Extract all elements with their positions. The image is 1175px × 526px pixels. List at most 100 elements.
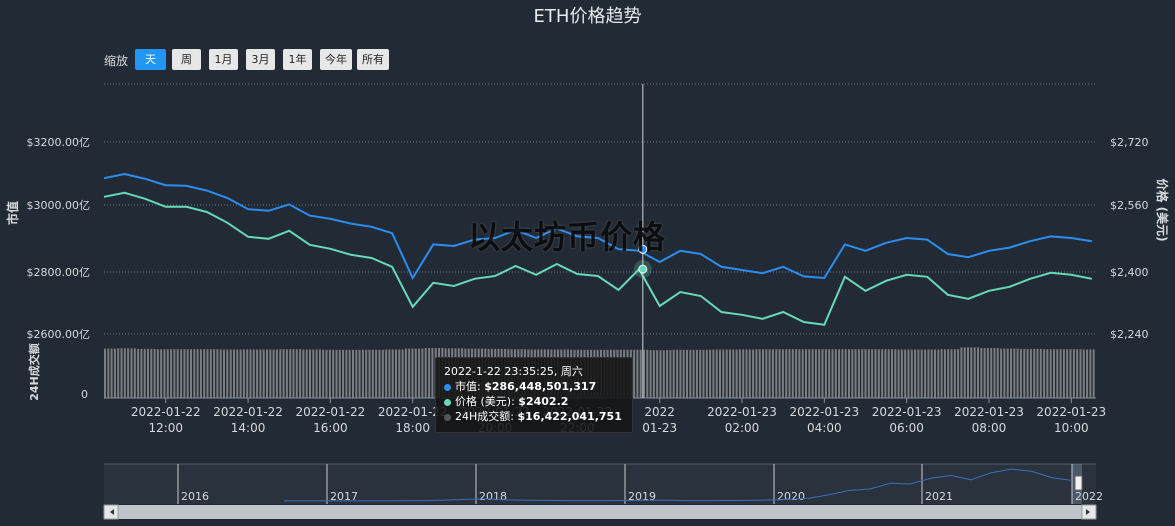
scrollbar-track[interactable]: [104, 505, 1096, 519]
volume-bar: [1010, 348, 1012, 398]
volume-bar: [1089, 349, 1092, 398]
volume-bar: [335, 349, 338, 398]
volume-bar: [824, 349, 827, 398]
volume-bar: [947, 349, 950, 398]
volume-bar: [811, 349, 814, 398]
volume-bar: [275, 349, 278, 398]
volume-bar: [745, 349, 748, 398]
volume-bar: [328, 349, 331, 398]
volume-bar: [662, 350, 665, 398]
volume-bar: [368, 349, 371, 398]
volume-bar: [762, 349, 764, 398]
volume-bar: [791, 349, 794, 398]
volume-bar: [322, 349, 325, 398]
y-right-tick-label: $2,240: [1110, 328, 1149, 341]
volume-bar: [1033, 348, 1036, 398]
volume-bar: [365, 349, 368, 398]
volume-bar: [1043, 349, 1046, 398]
y-axis-left-title: 市值: [5, 201, 20, 225]
volume-bar: [266, 349, 268, 398]
navigator-handle[interactable]: [1074, 475, 1083, 491]
volume-bar: [123, 348, 126, 398]
volume-bar: [943, 349, 946, 398]
volume-bar: [669, 350, 672, 398]
volume-bar: [914, 349, 917, 398]
volume-bar: [686, 349, 688, 398]
volume-bar: [742, 349, 745, 398]
volume-bar: [130, 348, 133, 398]
volume-bar: [768, 349, 771, 398]
volume-bar: [153, 348, 156, 398]
volume-bar: [990, 348, 993, 398]
volume-bar: [699, 349, 702, 398]
volume-bar: [233, 349, 235, 398]
x-tick-label-time: 12:00: [148, 421, 183, 435]
volume-bar: [652, 350, 655, 398]
volume-bar: [738, 349, 741, 398]
volume-bar: [1039, 348, 1042, 398]
tooltip-row-market-cap: 市值: $286,448,501,317: [444, 379, 624, 394]
volume-bar: [715, 349, 718, 398]
volume-bar: [953, 349, 956, 398]
volume-bar: [395, 349, 397, 398]
volume-bar: [666, 350, 669, 398]
volume-bar: [887, 349, 890, 398]
volume-bar: [795, 349, 798, 398]
navigator-year-label: 2016: [181, 490, 209, 503]
volume-bar: [305, 349, 308, 398]
volume-bar: [1019, 348, 1022, 398]
volume-bar: [428, 348, 431, 398]
volume-bar: [725, 349, 728, 398]
volume-bar: [252, 349, 255, 398]
volume-bar: [778, 349, 781, 398]
volume-bar: [249, 349, 252, 398]
volume-dot-icon: [444, 413, 451, 421]
tooltip-time: 2022-1-22 23:35:25, 周六: [444, 365, 583, 378]
volume-bar: [110, 348, 113, 398]
volume-bar: [765, 349, 768, 398]
volume-bar: [857, 349, 860, 398]
volume-bar: [199, 349, 202, 398]
volume-bar: [881, 349, 884, 398]
volume-bar: [388, 349, 391, 398]
volume-bar: [891, 349, 893, 398]
volume-bar: [133, 348, 136, 398]
volume-bar: [904, 349, 907, 398]
volume-bar: [107, 348, 110, 398]
tooltip-label: 市值:: [455, 380, 485, 393]
tooltip-value: $2402.2: [518, 395, 569, 408]
volume-bar: [1072, 349, 1075, 398]
volume-bar: [180, 349, 183, 398]
volume-bar: [378, 349, 381, 398]
x-tick-label-time: 04:00: [807, 421, 842, 435]
volume-bar: [692, 349, 695, 398]
volume-bar: [213, 349, 216, 398]
watermark-text: 以太坊币价格: [468, 218, 667, 256]
volume-bar: [864, 349, 867, 398]
volume-bar: [656, 350, 659, 398]
y-left-tick-label: $2600.00亿: [27, 328, 91, 341]
eth-chart[interactable]: $3200.00亿 $3000.00亿 $2800.00亿 $2600.00亿 0 $2…: [0, 0, 1175, 526]
volume-bar: [170, 349, 173, 398]
x-tick-label-time: 14:00: [231, 421, 266, 435]
volume-bar: [709, 349, 712, 398]
volume-bar: [431, 348, 434, 398]
volume-bar: [924, 349, 927, 398]
y-axis-volume-title: 24H成交额: [27, 343, 41, 401]
volume-bar: [1079, 349, 1082, 398]
volume-bar: [993, 348, 996, 398]
volume-bar: [226, 349, 229, 398]
volume-bar: [371, 349, 374, 398]
volume-bar: [1082, 349, 1085, 398]
x-tick-label-date: 2022-01-23: [1036, 405, 1106, 419]
volume-bar: [636, 349, 639, 398]
volume-bar: [229, 349, 232, 398]
x-tick-label-time: 16:00: [313, 421, 348, 435]
volume-bar: [1026, 348, 1029, 398]
volume-bar: [355, 349, 358, 398]
navigator-year-label: 2020: [777, 490, 805, 503]
volume-bar: [659, 350, 662, 398]
volume-bar: [1056, 349, 1059, 398]
volume-bar: [104, 348, 106, 398]
volume-bar: [748, 349, 751, 398]
